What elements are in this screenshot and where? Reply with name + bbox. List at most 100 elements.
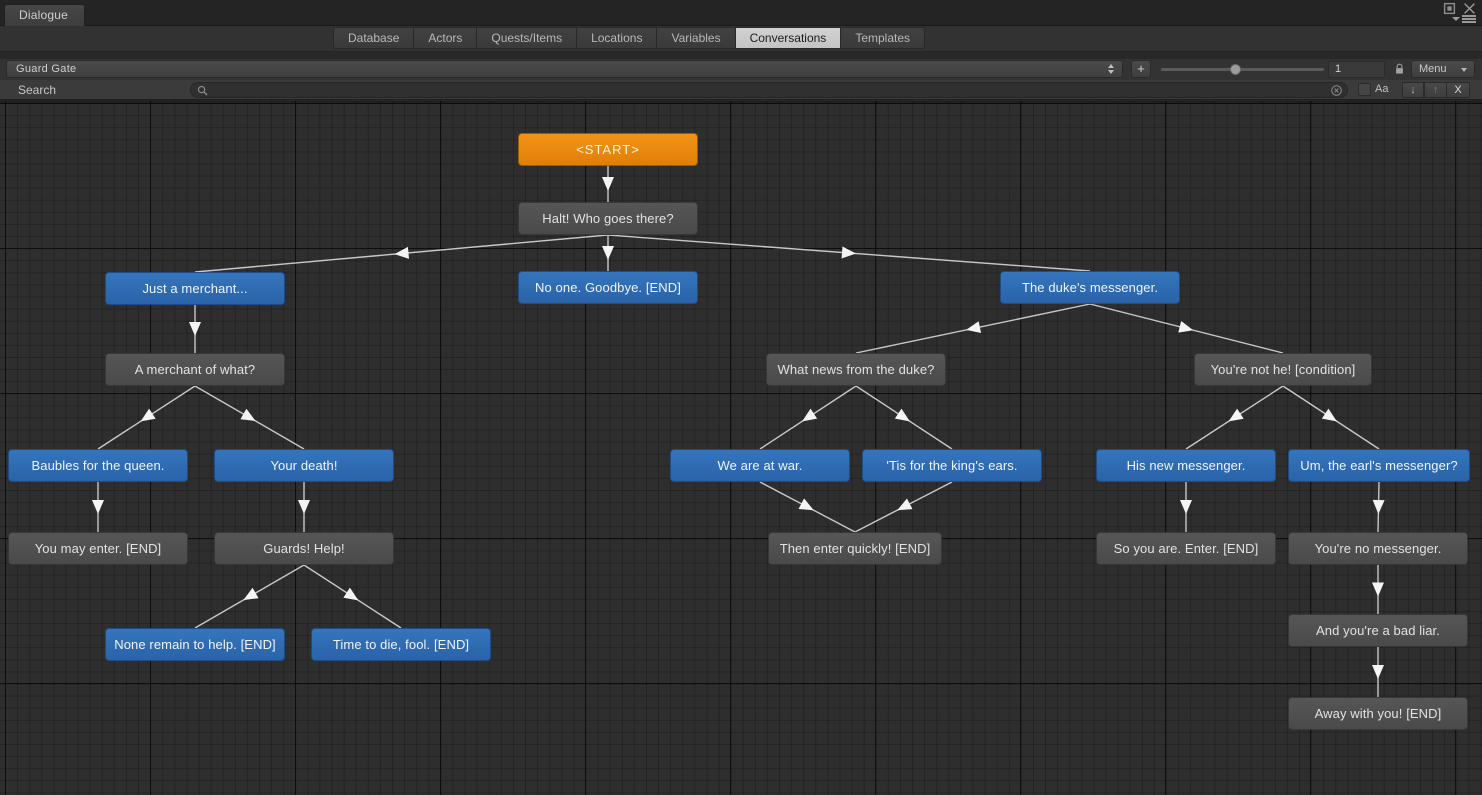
dialogue-edges [0, 101, 1482, 795]
dialogue-node-text: Um, the earl's messenger? [1300, 458, 1457, 473]
clear-circle-icon[interactable] [1331, 85, 1342, 96]
dialogue-node-start[interactable]: <START> [518, 133, 698, 166]
dialogue-edge-arrow-icon [1178, 321, 1195, 336]
dialogue-node-enterquick[interactable]: Then enter quickly! [END] [768, 532, 942, 565]
dialogue-node-text: Just a merchant... [142, 281, 247, 296]
dialogue-node-badliar[interactable]: And you're a bad liar. [1288, 614, 1468, 647]
dialogue-edge-arrow-icon [842, 246, 857, 259]
close-search-button[interactable]: X [1446, 82, 1470, 98]
add-conversation-button[interactable]: + [1131, 60, 1151, 78]
dialogue-node-text: Then enter quickly! [END] [780, 541, 931, 556]
dialogue-node-earlmsg[interactable]: Um, the earl's messenger? [1288, 449, 1470, 482]
dialogue-node-text: You're not he! [condition] [1211, 362, 1356, 377]
dialogue-node-text: So you are. Enter. [END] [1114, 541, 1259, 556]
dialogue-node-text: Baubles for the queen. [31, 458, 164, 473]
database-tabbar: Database Actors Quests/Items Locations V… [0, 26, 1482, 52]
dialogue-node-baubles[interactable]: Baubles for the queen. [8, 449, 188, 482]
dialogue-edge-arrow-icon [92, 500, 104, 514]
conversation-toolbar: Guard Gate + 1 Menu [0, 59, 1482, 80]
dialogue-node-guards[interactable]: Guards! Help! [214, 532, 394, 565]
panel-menu-bars [1462, 15, 1476, 23]
close-icon[interactable] [1463, 2, 1476, 15]
dialogue-node-soyouare[interactable]: So you are. Enter. [END] [1096, 532, 1276, 565]
chevron-down-icon [1461, 68, 1467, 72]
dialogue-node-noone[interactable]: No one. Goodbye. [END] [518, 271, 698, 304]
dialogue-edge-arrow-icon [240, 409, 258, 426]
dialogue-node-merchant[interactable]: Just a merchant... [105, 272, 285, 305]
dialogue-node-timetodie[interactable]: Time to die, fool. [END] [311, 628, 491, 661]
dialogue-node-text: You're no messenger. [1315, 541, 1442, 556]
conversation-dropdown[interactable]: Guard Gate [6, 60, 1123, 78]
dialogue-node-text: No one. Goodbye. [END] [535, 280, 681, 295]
dialogue-node-noneremain[interactable]: None remain to help. [END] [105, 628, 285, 661]
tab-database[interactable]: Database [333, 27, 413, 49]
search-icon [197, 85, 208, 96]
dialogue-node-text: None remain to help. [END] [114, 637, 276, 652]
zoom-value: 1 [1335, 63, 1341, 75]
conversation-name: Guard Gate [16, 63, 76, 75]
tab-conversations-label: Conversations [750, 31, 827, 45]
tab-quests-items[interactable]: Quests/Items [476, 27, 576, 49]
menu-dropdown-label: Menu [1419, 63, 1447, 75]
dialogue-node-text: And you're a bad liar. [1316, 623, 1440, 638]
dialogue-edge-arrow-icon [240, 588, 258, 605]
panel-menu-caret [1452, 17, 1460, 21]
tab-quests-items-label: Quests/Items [491, 31, 562, 45]
dialogue-node-text: <START> [576, 142, 640, 157]
dialogue-edge-arrow-icon [1372, 583, 1384, 597]
zoom-slider[interactable] [1161, 68, 1324, 71]
tab-templates[interactable]: Templates [840, 27, 925, 49]
window-tab-dialogue[interactable]: Dialogue [4, 4, 85, 26]
find-prev-button[interactable]: ↑ [1424, 82, 1446, 98]
dialogue-node-kingsears[interactable]: 'Tis for the king's ears. [862, 449, 1042, 482]
find-prev-label: ↑ [1433, 84, 1439, 96]
match-case-label: Aa [1375, 83, 1388, 95]
zoom-slider-knob[interactable] [1230, 64, 1241, 75]
dialogue-edge-arrow-icon [1180, 500, 1192, 514]
dialogue-node-text: We are at war. [718, 458, 803, 473]
dialogue-node-nomsg[interactable]: You're no messenger. [1288, 532, 1468, 565]
tab-actors[interactable]: Actors [413, 27, 476, 49]
close-search-label: X [1454, 84, 1461, 96]
maximize-icon[interactable] [1443, 2, 1456, 15]
dialogue-graph-canvas[interactable]: <START> Halt! Who goes there? Just a merch… [0, 101, 1482, 795]
dialogue-node-text: Guards! Help! [263, 541, 345, 556]
dialogue-node-halt[interactable]: Halt! Who goes there? [518, 202, 698, 235]
dialogue-edge-arrow-icon [137, 409, 155, 427]
dialogue-edge-arrow-icon [1225, 409, 1243, 427]
tab-variables-label: Variables [671, 31, 720, 45]
add-conversation-label: + [1137, 61, 1145, 76]
find-next-button[interactable]: ↓ [1402, 82, 1424, 98]
menu-dropdown-button[interactable]: Menu [1411, 60, 1475, 78]
dialogue-node-yourdeath[interactable]: Your death! [214, 449, 394, 482]
dialogue-edge-arrow-icon [343, 588, 361, 606]
tab-variables[interactable]: Variables [656, 27, 734, 49]
tab-conversations[interactable]: Conversations [735, 27, 841, 49]
search-input[interactable] [190, 82, 1348, 98]
tab-database-label: Database [348, 31, 399, 45]
dialogue-node-text: The duke's messenger. [1022, 280, 1158, 295]
dialogue-node-notahe[interactable]: You're not he! [condition] [1194, 353, 1372, 386]
dialogue-node-text: Halt! Who goes there? [542, 211, 673, 226]
zoom-value-field[interactable]: 1 [1328, 61, 1385, 78]
dialogue-node-text: Your death! [270, 458, 337, 473]
dialogue-node-whatmerch[interactable]: A merchant of what? [105, 353, 285, 386]
dialogue-node-dukemsg[interactable]: The duke's messenger. [1000, 271, 1180, 304]
dialogue-edge-arrow-icon [895, 409, 913, 427]
lock-icon[interactable] [1394, 63, 1405, 75]
dialogue-edge-arrow-icon [799, 409, 817, 427]
dialogue-node-awaywith[interactable]: Away with you! [END] [1288, 697, 1468, 730]
match-case-checkbox[interactable] [1358, 83, 1371, 96]
dialogue-edge-arrow-icon [1372, 500, 1384, 514]
dialogue-edge-arrow-icon [799, 498, 817, 515]
dialogue-node-atwar[interactable]: We are at war. [670, 449, 850, 482]
dialogue-node-hisnew[interactable]: His new messenger. [1096, 449, 1276, 482]
panel-menu-icon[interactable] [1452, 15, 1476, 23]
dialogue-edge-arrow-icon [298, 500, 310, 514]
tab-locations[interactable]: Locations [576, 27, 656, 49]
dialogue-node-text: His new messenger. [1127, 458, 1246, 473]
dialogue-node-text: Away with you! [END] [1315, 706, 1442, 721]
window-controls [1443, 2, 1476, 15]
dialogue-node-mayenter[interactable]: You may enter. [END] [8, 532, 188, 565]
dialogue-node-whatnews[interactable]: What news from the duke? [766, 353, 946, 386]
